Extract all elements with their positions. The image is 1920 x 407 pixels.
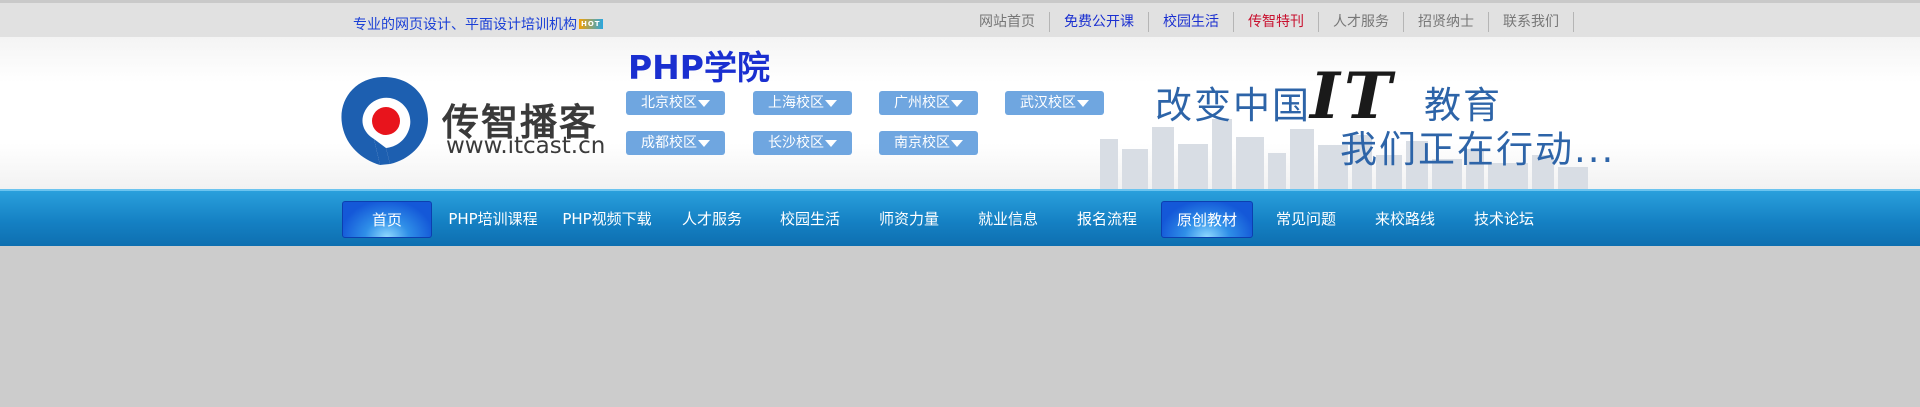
nav-item-php-videos[interactable]: PHP视频下载 — [550, 201, 664, 238]
campus-label: 广州校区 — [894, 95, 950, 111]
campus-label: 上海校区 — [768, 95, 824, 111]
top-link-free-course[interactable]: 免费公开课 — [1050, 12, 1149, 32]
nav-item-forum[interactable]: 技术论坛 — [1456, 201, 1552, 238]
nav-item-talent-service[interactable]: 人才服务 — [664, 201, 760, 238]
nav-item-faq[interactable]: 常见问题 — [1258, 201, 1354, 238]
top-link-contact[interactable]: 联系我们 — [1489, 12, 1574, 32]
nav-item-teachers[interactable]: 师资力量 — [861, 201, 957, 238]
campus-label: 长沙校区 — [768, 135, 824, 151]
triangle-down-icon — [1077, 99, 1089, 107]
nav-item-original-textbooks[interactable]: 原创教材 — [1161, 201, 1253, 238]
triangle-down-icon — [825, 139, 837, 147]
nav-item-enrollment[interactable]: 报名流程 — [1059, 201, 1155, 238]
top-link-recruitment[interactable]: 招贤纳士 — [1404, 12, 1489, 32]
header: 传智播客 www.itcast.cn PHP学院 北京校区 上海校区 广州校区 … — [0, 37, 1920, 189]
campus-beijing-button[interactable]: 北京校区 — [626, 91, 725, 115]
nav-item-campus-life[interactable]: 校园生活 — [762, 201, 858, 238]
slogan-part-c: 我们正在行动... — [1340, 128, 1616, 171]
top-link-talent-service[interactable]: 人才服务 — [1319, 12, 1404, 32]
nav-item-php-courses[interactable]: PHP培训课程 — [436, 201, 550, 238]
triangle-down-icon — [825, 99, 837, 107]
logo-url: www.itcast.cn — [446, 133, 606, 159]
top-bar: 专业的网页设计、平面设计培训机构 HOT 网站首页 免费公开课 校园生活 传智特… — [0, 0, 1920, 37]
campus-wuhan-button[interactable]: 武汉校区 — [1005, 91, 1104, 115]
content-area — [0, 246, 1920, 407]
top-link-campus-life[interactable]: 校园生活 — [1149, 12, 1234, 32]
main-nav: 首页 PHP培训课程 PHP视频下载 人才服务 校园生活 师资力量 就业信息 报… — [0, 189, 1920, 246]
tagline: 专业的网页设计、平面设计培训机构 HOT — [353, 14, 603, 34]
campus-shanghai-button[interactable]: 上海校区 — [753, 91, 852, 115]
nav-item-directions[interactable]: 来校路线 — [1357, 201, 1453, 238]
nav-item-employment[interactable]: 就业信息 — [960, 201, 1056, 238]
hot-badge-icon: HOT — [579, 19, 603, 29]
page: 专业的网页设计、平面设计培训机构 HOT 网站首页 免费公开课 校园生活 传智特… — [0, 0, 1920, 407]
nav-item-home[interactable]: 首页 — [342, 201, 432, 238]
campus-label: 成都校区 — [641, 135, 697, 151]
campus-chengdu-button[interactable]: 成都校区 — [626, 131, 725, 155]
campus-nanjing-button[interactable]: 南京校区 — [879, 131, 978, 155]
triangle-down-icon — [951, 99, 963, 107]
campus-guangzhou-button[interactable]: 广州校区 — [879, 91, 978, 115]
page-title: PHP学院 — [628, 48, 770, 87]
campus-label: 北京校区 — [641, 95, 697, 111]
campus-changsha-button[interactable]: 长沙校区 — [753, 131, 852, 155]
triangle-down-icon — [698, 139, 710, 147]
campus-label: 南京校区 — [894, 135, 950, 151]
tagline-text: 专业的网页设计、平面设计培训机构 — [353, 17, 577, 33]
campus-label: 武汉校区 — [1020, 95, 1076, 111]
top-links: 网站首页 免费公开课 校园生活 传智特刊 人才服务 招贤纳士 联系我们 — [965, 12, 1574, 32]
triangle-down-icon — [951, 139, 963, 147]
triangle-down-icon — [698, 99, 710, 107]
top-link-special-issue[interactable]: 传智特刊 — [1234, 12, 1319, 32]
slogan-part-a: 改变中国 — [1155, 84, 1311, 127]
itcast-logo-icon — [341, 77, 428, 165]
top-link-home[interactable]: 网站首页 — [965, 12, 1050, 32]
